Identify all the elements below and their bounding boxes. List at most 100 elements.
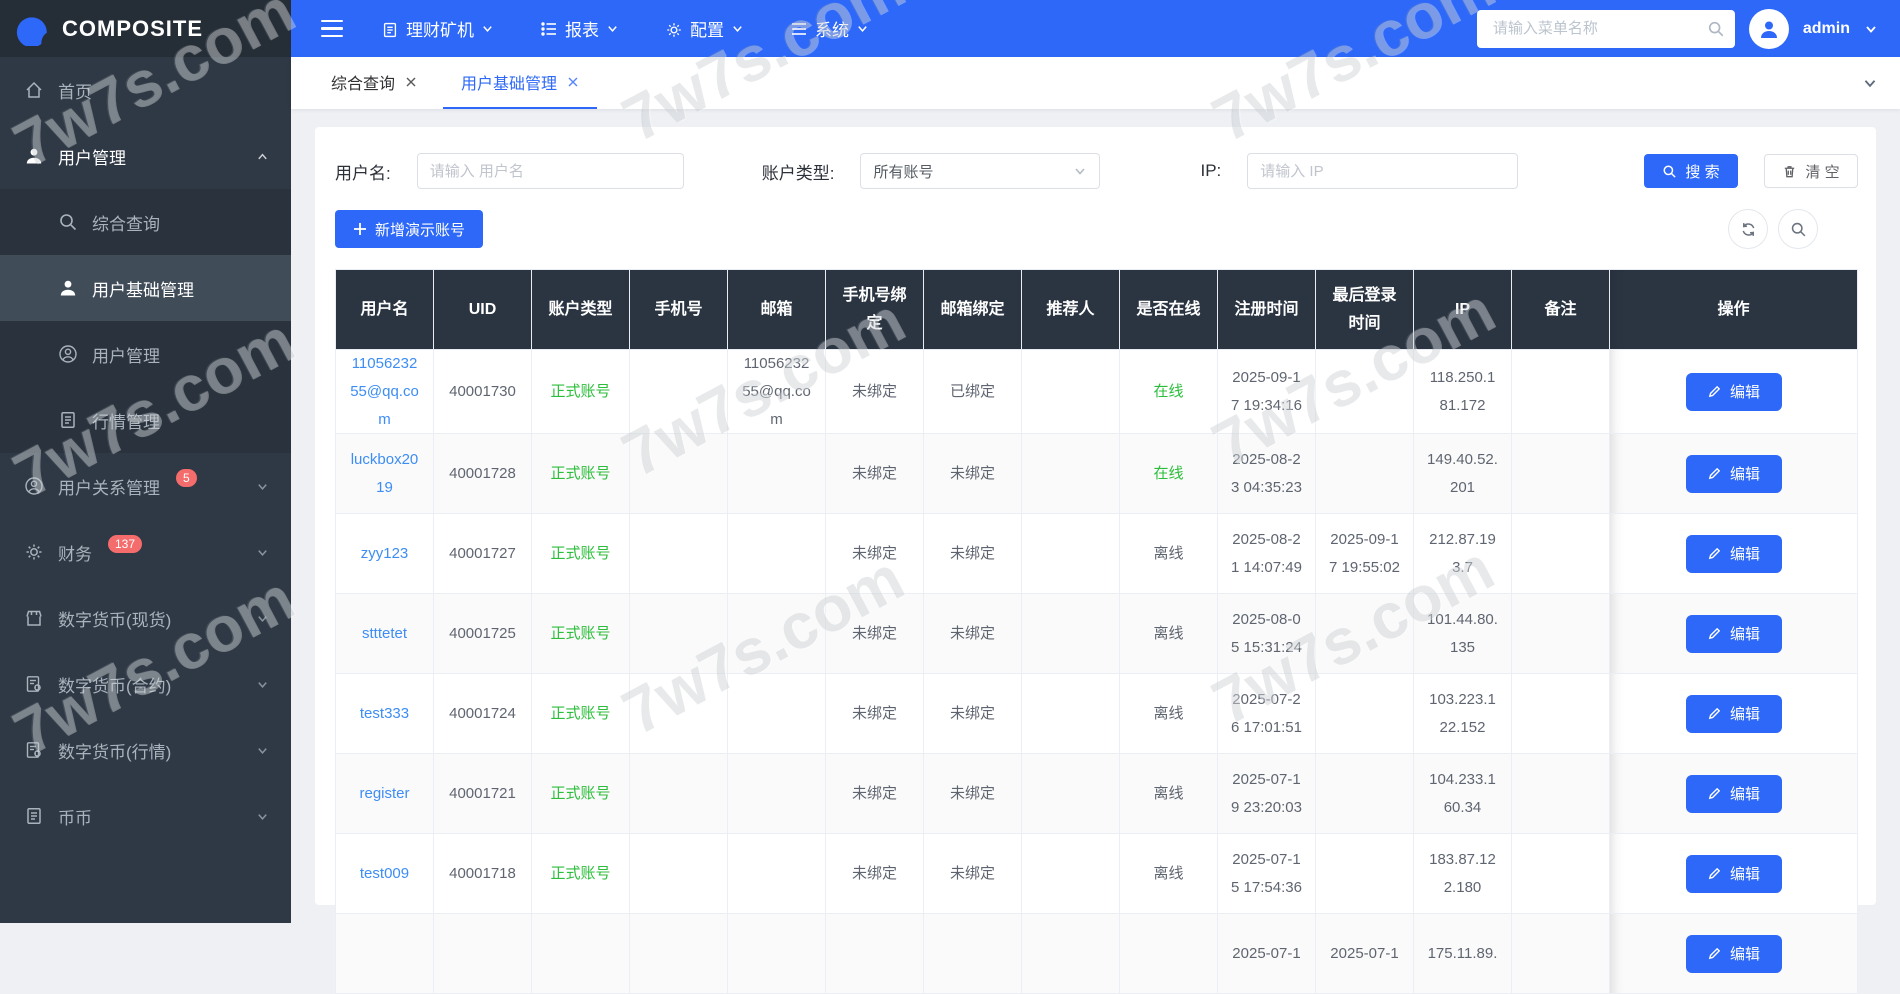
cell-phone	[630, 350, 728, 434]
sidebar-item-4[interactable]: 财务137	[0, 519, 291, 585]
sidebar-item-5[interactable]: 数字货币(现货)	[0, 585, 291, 651]
cell-phone-bind: 未绑定	[826, 834, 924, 914]
add-demo-account-button[interactable]: 新增演示账号	[335, 210, 483, 248]
sidebar-subitem-2[interactable]: 用户基础管理	[0, 255, 291, 321]
cell-phone	[630, 594, 728, 674]
edit-button[interactable]: 编辑	[1686, 373, 1782, 411]
menu-search-input[interactable]	[1491, 19, 1707, 38]
hamburger-icon[interactable]	[321, 20, 343, 38]
cell-email-bind: 未绑定	[924, 514, 1022, 594]
column-header: 备注	[1512, 270, 1610, 350]
cell-phone-bind: 未绑定	[826, 674, 924, 754]
username-link[interactable]: 1105623255@qq.com	[350, 355, 419, 428]
cell-online: 离线	[1120, 514, 1218, 594]
cell-type: 正式账号	[532, 754, 630, 834]
username-input[interactable]	[417, 153, 684, 189]
clear-button[interactable]: 清 空	[1764, 154, 1858, 188]
cell-reg-time: 2025-07-26 17:01:51	[1218, 674, 1316, 754]
edit-button[interactable]: 编辑	[1686, 455, 1782, 493]
doc-icon	[58, 410, 78, 430]
user-name[interactable]: admin	[1803, 20, 1850, 38]
column-header: 用户名	[336, 270, 434, 350]
sidebar-item-label: 币币	[58, 804, 92, 829]
edit-button-label: 编辑	[1730, 703, 1760, 724]
edit-button[interactable]: 编辑	[1686, 615, 1782, 653]
tab-1[interactable]: 综合查询	[313, 57, 435, 109]
edit-button[interactable]: 编辑	[1686, 535, 1782, 573]
username-link[interactable]: stttetet	[362, 625, 407, 642]
sidebar-item-3[interactable]: 用户关系管理5	[0, 453, 291, 519]
sidebar-item-7[interactable]: 数字货币(行情)	[0, 717, 291, 783]
tab-label: 综合查询	[331, 70, 395, 94]
chevron-down-icon[interactable]	[1864, 22, 1878, 36]
search-button[interactable]: 搜 索	[1644, 154, 1738, 188]
username-link[interactable]: test009	[360, 865, 409, 882]
nav-menu-3[interactable]: 配置	[665, 16, 744, 41]
cell-email-bind: 未绑定	[924, 594, 1022, 674]
edit-button[interactable]: 编辑	[1686, 935, 1782, 973]
edit-button[interactable]: 编辑	[1686, 695, 1782, 733]
username-link[interactable]: test333	[360, 705, 409, 722]
cell-type: 正式账号	[532, 350, 630, 434]
cell-last-login	[1316, 594, 1414, 674]
sidebar-item-label: 数字货币(行情)	[58, 738, 171, 763]
sql-icon	[24, 674, 44, 694]
sidebar-item-1[interactable]: 首页	[0, 57, 291, 123]
cell-note	[1512, 350, 1610, 434]
edit-button[interactable]: 编辑	[1686, 775, 1782, 813]
table-search-button[interactable]	[1778, 209, 1818, 249]
username-link[interactable]: register	[359, 785, 409, 802]
avatar[interactable]	[1749, 9, 1789, 49]
nav-menu-4[interactable]: 系统	[790, 16, 869, 41]
cell-type	[532, 914, 630, 994]
refresh-button[interactable]	[1728, 209, 1768, 249]
column-header: 操作	[1610, 270, 1858, 350]
chevron-down-icon	[731, 22, 744, 35]
sidebar-subitem-3[interactable]: 用户管理	[0, 321, 291, 387]
chevron-up-icon	[256, 150, 269, 163]
nav-menu-2[interactable]: 报表	[540, 16, 619, 41]
cell-phone-bind: 未绑定	[826, 594, 924, 674]
cell-online: 在线	[1120, 434, 1218, 514]
sidebar-item-8[interactable]: 币币	[0, 783, 291, 849]
account-type-select[interactable]: 所有账号	[860, 153, 1100, 189]
sidebar-subitem-1[interactable]: 综合查询	[0, 189, 291, 255]
sidebar-item-label: 财务	[58, 540, 92, 565]
chevron-down-icon	[256, 480, 269, 493]
sidebar-subitem-label: 综合查询	[92, 210, 160, 235]
cell-phone	[630, 914, 728, 994]
tabs-dropdown-icon[interactable]	[1840, 57, 1900, 109]
cell-email-bind: 未绑定	[924, 754, 1022, 834]
home-icon	[24, 80, 44, 100]
cell-note	[1512, 914, 1610, 994]
cell-referrer	[1022, 350, 1120, 434]
cell-actions: 编辑	[1610, 834, 1858, 914]
sidebar-subitem-4[interactable]: 行情管理	[0, 387, 291, 453]
username-link[interactable]: luckbox2019	[351, 451, 419, 496]
cell-online: 离线	[1120, 674, 1218, 754]
search-icon[interactable]	[1707, 20, 1725, 38]
cell-last-login: 2025-09-17 19:55:02	[1316, 514, 1414, 594]
edit-button[interactable]: 编辑	[1686, 855, 1782, 893]
nav-menu-1[interactable]: 理财矿机	[381, 16, 494, 41]
pencil-icon	[1707, 946, 1722, 961]
cell-phone	[630, 834, 728, 914]
cell-actions: 编辑	[1610, 914, 1858, 994]
username-link[interactable]: zyy123	[361, 545, 409, 562]
cell-phone-bind: 未绑定	[826, 350, 924, 434]
gear-icon	[665, 20, 683, 38]
cell-reg-time: 2025-08-21 14:07:49	[1218, 514, 1316, 594]
cell-phone-bind: 未绑定	[826, 754, 924, 834]
cell-referrer	[1022, 914, 1120, 994]
cell-referrer	[1022, 594, 1120, 674]
brand-name: COMPOSITE	[62, 16, 203, 42]
cell-email: 1105623255@qq.com	[728, 350, 826, 434]
user-circle-icon	[58, 344, 78, 364]
sidebar-item-6[interactable]: 数字货币(合约)	[0, 651, 291, 717]
sidebar-item-2[interactable]: 用户管理	[0, 123, 291, 189]
ip-input[interactable]	[1247, 153, 1518, 189]
table-row: stttetet40001725正式账号未绑定未绑定离线2025-08-05 1…	[336, 594, 1858, 674]
close-icon[interactable]	[567, 76, 579, 88]
tab-2[interactable]: 用户基础管理	[443, 57, 597, 109]
close-icon[interactable]	[405, 76, 417, 88]
